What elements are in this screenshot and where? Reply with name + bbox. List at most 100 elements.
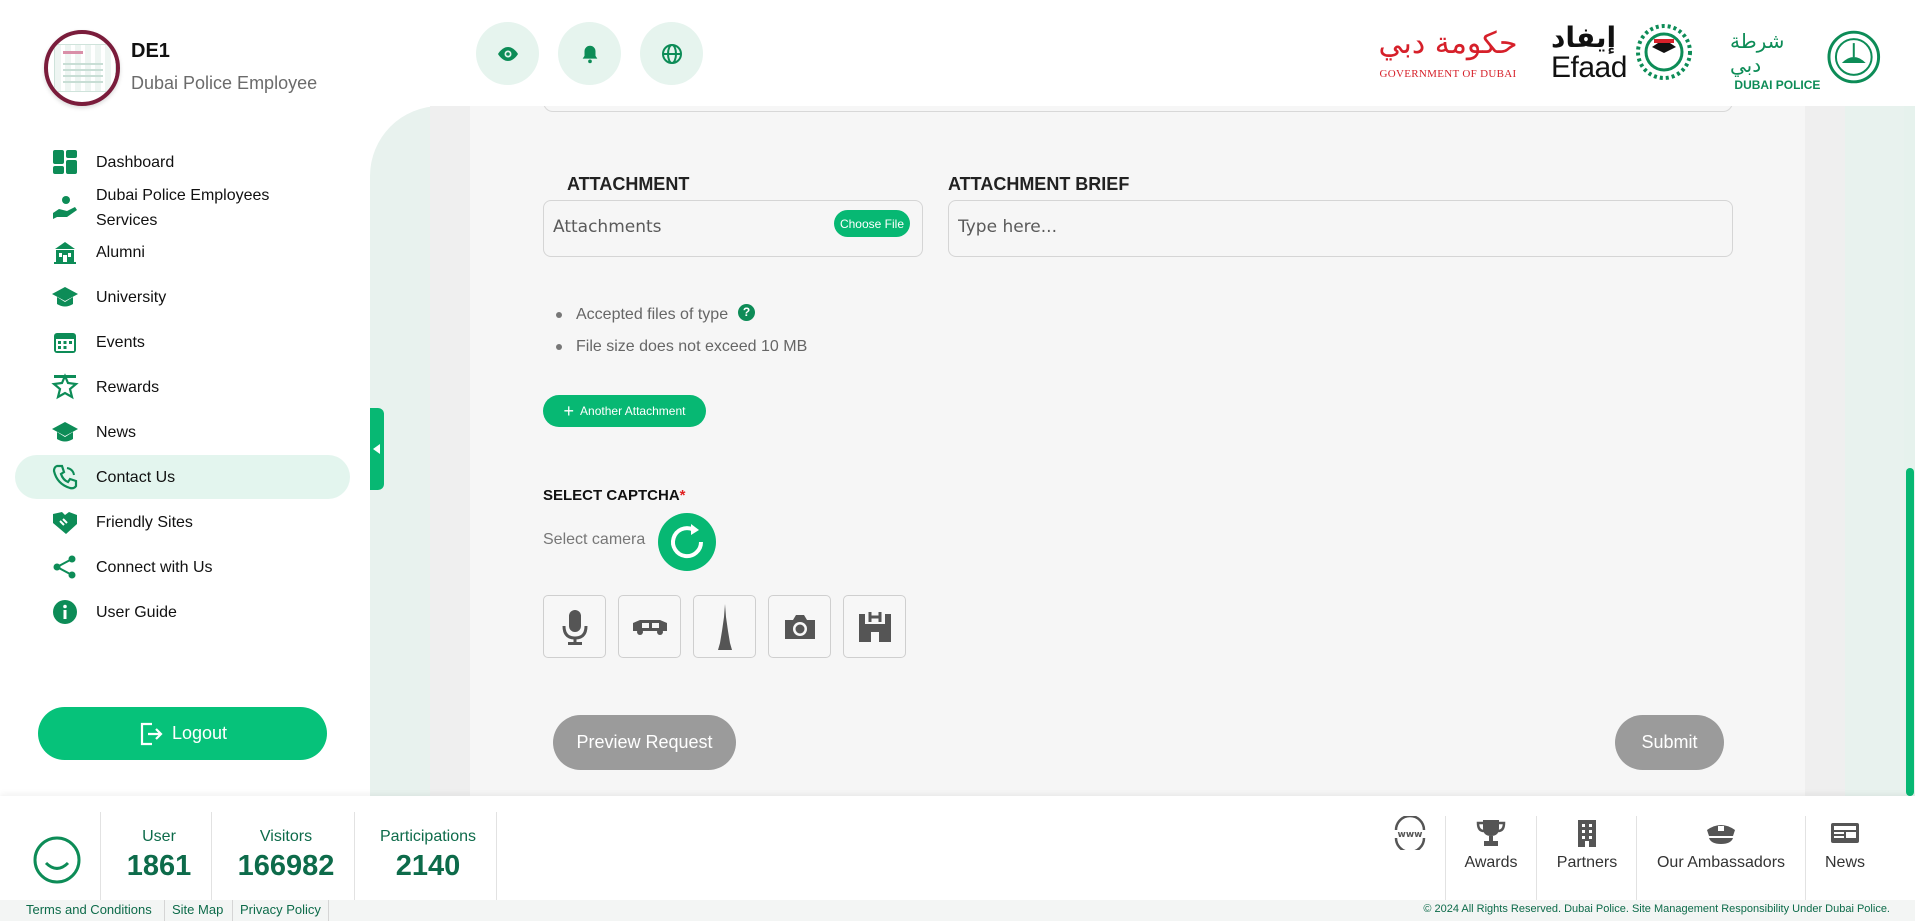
footer-link-website[interactable]: www bbox=[1382, 816, 1438, 900]
help-icon[interactable]: ? bbox=[738, 303, 756, 321]
sidebar-item-university[interactable]: University bbox=[15, 275, 350, 319]
efaad-emblem-icon bbox=[1635, 24, 1692, 80]
helipad-building-icon bbox=[858, 611, 891, 642]
footer-link-ambassadors[interactable]: Our Ambassadors bbox=[1646, 816, 1796, 900]
avatar[interactable] bbox=[44, 30, 120, 106]
stat-user: User 1861 bbox=[119, 828, 199, 883]
notifications-button[interactable] bbox=[558, 22, 621, 85]
handshake-icon bbox=[51, 508, 79, 536]
sidebar-item-employee-services[interactable]: Dubai Police Employees Services bbox=[15, 183, 350, 231]
bell-icon bbox=[582, 45, 597, 63]
captcha-refresh-button[interactable] bbox=[658, 513, 716, 571]
efaad-logo-arabic: إيفاد bbox=[1551, 22, 1617, 53]
footer-link-awards[interactable]: Awards bbox=[1455, 816, 1527, 900]
footer-divider bbox=[1536, 816, 1537, 900]
logout-button[interactable]: Logout bbox=[38, 707, 327, 760]
terms-link[interactable]: Terms and Conditions bbox=[26, 902, 152, 917]
bottom-separator bbox=[232, 900, 233, 921]
choose-file-button[interactable]: Choose File bbox=[833, 210, 910, 237]
government-of-dubai-logo: حكومة دبي GOVERNMENT OF DUBAI bbox=[1372, 22, 1524, 80]
microphone-icon bbox=[562, 609, 587, 645]
attachment-brief-input[interactable] bbox=[958, 217, 1624, 237]
officer-cap-icon bbox=[1703, 816, 1739, 850]
graduation-cap-icon bbox=[51, 283, 79, 311]
footer-divider bbox=[1636, 816, 1637, 900]
footer-link-partners[interactable]: Partners bbox=[1546, 816, 1628, 900]
scrollbar-thumb[interactable] bbox=[1906, 468, 1914, 796]
newspaper-icon bbox=[1829, 816, 1861, 850]
smiley-icon bbox=[33, 836, 81, 884]
sidebar-item-label: Friendly Sites bbox=[96, 513, 193, 531]
another-attachment-label: Another Attachment bbox=[580, 404, 686, 418]
site-map-link[interactable]: Site Map bbox=[172, 902, 223, 917]
another-attachment-button[interactable]: + Another Attachment bbox=[543, 395, 706, 427]
hand-service-icon bbox=[51, 193, 79, 221]
sidebar-collapse-toggle[interactable] bbox=[370, 408, 384, 490]
footer-link-news[interactable]: News bbox=[1815, 816, 1875, 900]
stat-value: 1861 bbox=[126, 850, 192, 882]
sidebar-item-label: Alumni bbox=[96, 243, 145, 261]
preview-request-button[interactable]: Preview Request bbox=[553, 715, 736, 770]
footer-link-label: News bbox=[1824, 854, 1865, 871]
sidebar-item-label: Dubai Police Employees Services bbox=[96, 183, 269, 233]
captcha-title-text: SELECT CAPTCHA bbox=[543, 487, 680, 504]
attachment-input[interactable] bbox=[553, 217, 875, 237]
dubai-police-logo: شرطة دبي DUBAI POLICE bbox=[1730, 22, 1882, 92]
sidebar-item-label: Events bbox=[96, 333, 145, 351]
camera-icon bbox=[784, 614, 815, 639]
sidebar-item-friendly-sites[interactable]: Friendly Sites bbox=[15, 500, 350, 544]
government-logo-english: GOVERNMENT OF DUBAI bbox=[1379, 68, 1517, 80]
bottom-separator bbox=[164, 900, 165, 921]
stat-label: Participations bbox=[379, 828, 477, 845]
top-header: DE1 Dubai Police Employee حكومة دبي GOVE… bbox=[0, 0, 1915, 106]
accepted-types-text: Accepted files of type bbox=[576, 306, 729, 323]
sidebar-item-label: Rewards bbox=[96, 378, 160, 396]
copyright-text: © 2024 All Rights Reserved. Dubai Police… bbox=[1423, 903, 1890, 915]
captcha-option-burj-khalifa[interactable] bbox=[693, 595, 756, 658]
avatar-image bbox=[54, 44, 116, 92]
police-emblem-icon bbox=[1827, 30, 1881, 84]
efaad-logo: إيفاد Efaad bbox=[1551, 22, 1705, 84]
bullet-dot bbox=[556, 312, 562, 318]
privacy-policy-link[interactable]: Privacy Policy bbox=[240, 902, 321, 917]
efaad-logo-english: Efaad bbox=[1551, 51, 1627, 84]
submit-button[interactable]: Submit bbox=[1615, 715, 1724, 770]
sidebar-item-dashboard[interactable]: Dashboard bbox=[15, 140, 350, 184]
sidebar-item-label: University bbox=[96, 288, 167, 306]
graduation-cap-icon bbox=[51, 418, 79, 446]
stat-value: 2140 bbox=[395, 850, 461, 882]
stat-participations: Participations 2140 bbox=[370, 828, 486, 883]
footer-link-label: Partners bbox=[1556, 854, 1618, 871]
language-button[interactable] bbox=[640, 22, 703, 85]
user-name: DE1 bbox=[131, 40, 170, 62]
sidebar-item-contact-us[interactable]: Contact Us bbox=[15, 455, 350, 499]
stat-label: User bbox=[142, 828, 176, 845]
footer-divider bbox=[100, 812, 101, 900]
sidebar-item-user-guide[interactable]: User Guide bbox=[15, 590, 350, 634]
captcha-option-helipad-building[interactable] bbox=[843, 595, 906, 658]
logout-icon bbox=[138, 721, 164, 747]
captcha-option-car[interactable] bbox=[618, 595, 681, 658]
attachment-brief-field[interactable] bbox=[948, 200, 1733, 257]
captcha-option-camera[interactable] bbox=[768, 595, 831, 658]
police-logo-arabic: شرطة دبي bbox=[1730, 31, 1785, 77]
footer-link-label: Awards bbox=[1464, 854, 1518, 871]
captcha-hint: Select camera bbox=[543, 531, 646, 548]
attachment-field[interactable]: Choose File bbox=[543, 200, 923, 257]
sidebar-item-rewards[interactable]: Rewards bbox=[15, 365, 350, 409]
accepted-types-note: Accepted files of type ? bbox=[556, 303, 756, 324]
captcha-title: SELECT CAPTCHA* bbox=[543, 487, 686, 504]
footer-divider bbox=[354, 812, 355, 900]
sidebar-item-alumni[interactable]: Alumni bbox=[15, 230, 350, 274]
captcha-option-microphone[interactable] bbox=[543, 595, 606, 658]
eye-button[interactable] bbox=[476, 22, 539, 85]
footer-divider bbox=[1805, 816, 1806, 900]
sidebar-item-news[interactable]: News bbox=[15, 410, 350, 454]
sidebar-item-connect-with-us[interactable]: Connect with Us bbox=[15, 545, 350, 589]
footer-divider bbox=[496, 812, 497, 900]
plus-icon: + bbox=[563, 401, 575, 421]
eye-icon bbox=[497, 46, 518, 61]
bullet-dot bbox=[556, 344, 562, 350]
stat-visitors: Visitors 166982 bbox=[226, 828, 346, 883]
sidebar-item-events[interactable]: Events bbox=[15, 320, 350, 364]
